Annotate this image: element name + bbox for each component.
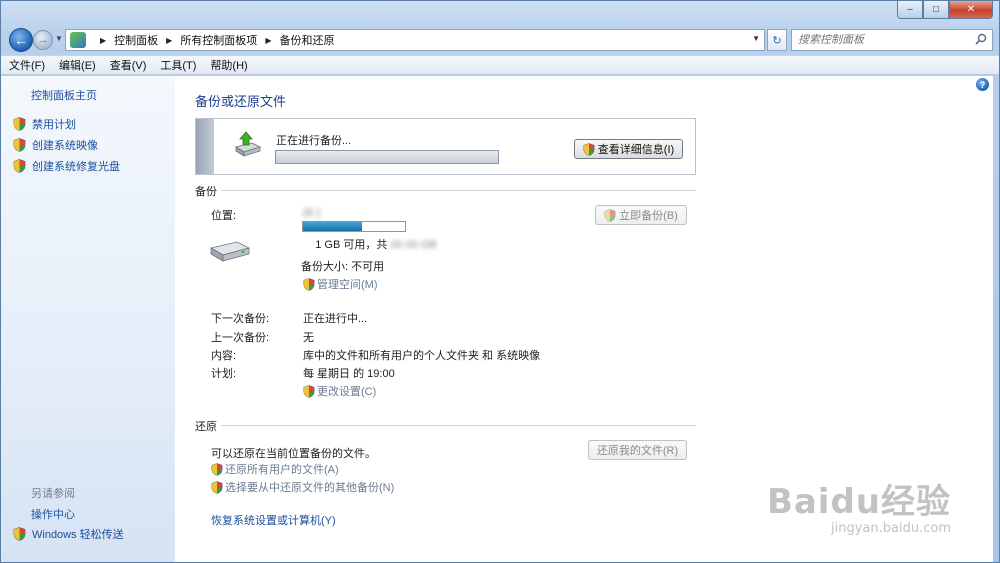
recent-pages-dropdown[interactable]: ▼ xyxy=(55,34,63,43)
menu-file[interactable]: 文件(F) xyxy=(9,57,45,73)
progress-fill xyxy=(276,151,498,163)
sidebar-see-also-heading: 另请参阅 xyxy=(31,488,75,500)
uac-shield-icon xyxy=(13,138,26,152)
uac-shield-icon xyxy=(211,463,223,476)
chevron-right-icon[interactable]: ▶ xyxy=(265,36,271,45)
title-bar: – □ ✕ xyxy=(1,1,999,25)
sidebar-item-label: 创建系统修复光盘 xyxy=(32,161,120,173)
chevron-right-icon[interactable]: ▶ xyxy=(100,36,106,45)
panel-accent-stripe xyxy=(196,119,214,174)
location-label: 位置: xyxy=(211,210,237,222)
menu-edit[interactable]: 编辑(E) xyxy=(59,57,96,73)
help-icon[interactable]: ? xyxy=(976,78,989,91)
menu-tools[interactable]: 工具(T) xyxy=(160,57,196,73)
page-title: 备份或还原文件 xyxy=(195,94,287,109)
search-box[interactable] xyxy=(791,29,993,51)
location-value: (E:) xyxy=(303,207,321,219)
backup-drive-icon xyxy=(234,131,262,157)
sidebar: 控制面板主页 禁用计划 创建系统映像 创建系统修复光盘 另请参阅 操作中心 Wi… xyxy=(1,76,175,562)
restore-all-users-link[interactable]: 还原所有用户的文件(A) xyxy=(211,461,339,477)
refresh-button[interactable]: ↻ xyxy=(767,29,787,51)
control-panel-icon xyxy=(70,32,86,48)
schedule-value: 每 星期日 的 19:00 xyxy=(303,368,395,380)
uac-shield-icon xyxy=(303,278,315,291)
sidebar-control-panel-home[interactable]: 控制面板主页 xyxy=(31,87,97,103)
watermark-logo-text: Baidu经验 xyxy=(766,482,951,522)
search-input[interactable] xyxy=(798,34,968,46)
manage-space-link[interactable]: 管理空间(M) xyxy=(303,276,378,292)
uac-shield-icon xyxy=(604,209,616,222)
link-label: 还原所有用户的文件(A) xyxy=(225,464,339,476)
breadcrumb-backup-restore[interactable]: 备份和还原 xyxy=(279,32,334,48)
backup-section-heading: 备份 xyxy=(195,186,217,198)
disk-space-text: 1 GB 可用，共 00.00 GB xyxy=(303,236,437,252)
restore-description: 可以还原在当前位置备份的文件。 xyxy=(211,448,376,460)
section-divider xyxy=(221,425,696,426)
change-settings-link[interactable]: 更改设置(C) xyxy=(303,383,376,399)
disk-usage-fill xyxy=(303,222,363,231)
free-space-text: 1 GB 可用，共 xyxy=(315,239,391,251)
sidebar-disable-schedule[interactable]: 禁用计划 xyxy=(13,116,76,132)
uac-shield-icon xyxy=(303,385,315,398)
total-space-text: 00.00 GB xyxy=(390,239,437,251)
navigation-bar: ← → ▼ ▶ 控制面板 ▶ 所有控制面板项 ▶ 备份和还原 ▼ ↻ xyxy=(1,25,999,55)
backup-progress-panel: 正在进行备份... 查看详细信息(I) xyxy=(195,118,696,175)
back-button[interactable]: ← xyxy=(9,28,33,52)
window: – □ ✕ ← → ▼ ▶ 控制面板 ▶ 所有控制面板项 ▶ 备份和还原 ▼ ↻ xyxy=(0,0,1000,563)
sidebar-item-label: 禁用计划 xyxy=(32,119,76,131)
next-backup-label: 下一次备份: xyxy=(211,313,270,325)
sidebar-item-label: Windows 轻松传送 xyxy=(32,529,124,541)
sidebar-item-label: 创建系统映像 xyxy=(32,140,98,152)
hard-drive-icon xyxy=(209,241,251,262)
progress-label: 正在进行备份... xyxy=(276,135,352,147)
free-space-prefix xyxy=(303,239,315,251)
breadcrumb-all-items[interactable]: 所有控制面板项 xyxy=(180,32,257,48)
uac-shield-icon xyxy=(13,117,26,131)
maximize-button[interactable]: □ xyxy=(923,1,949,19)
window-controls: – □ ✕ xyxy=(897,1,993,19)
choose-other-backup-link[interactable]: 选择要从中还原文件的其他备份(N) xyxy=(211,479,394,495)
backup-progress-bar xyxy=(275,150,499,164)
search-icon[interactable] xyxy=(975,33,987,45)
contents-value: 库中的文件和所有用户的个人文件夹 和 系统映像 xyxy=(303,350,541,362)
address-bar[interactable]: ▶ 控制面板 ▶ 所有控制面板项 ▶ 备份和还原 ▼ xyxy=(65,29,765,51)
link-label: 选择要从中还原文件的其他备份(N) xyxy=(225,482,395,494)
link-label: 更改设置(C) xyxy=(317,386,377,398)
section-divider xyxy=(221,190,696,191)
view-details-button[interactable]: 查看详细信息(I) xyxy=(574,139,683,159)
sidebar-create-repair-disc[interactable]: 创建系统修复光盘 xyxy=(13,158,120,174)
schedule-label: 计划: xyxy=(211,368,237,380)
contents-label: 内容: xyxy=(211,350,237,362)
last-backup-label: 上一次备份: xyxy=(211,332,270,344)
sidebar-action-center[interactable]: 操作中心 xyxy=(31,506,75,522)
backup-size: 备份大小: 不可用 xyxy=(301,261,385,273)
last-backup-value: 无 xyxy=(303,332,314,344)
address-dropdown-icon[interactable]: ▼ xyxy=(752,34,760,43)
watermark-url: jingyan.baidu.com xyxy=(831,521,951,536)
uac-shield-icon xyxy=(13,527,26,541)
button-label: 立即备份(B) xyxy=(619,210,678,222)
sidebar-windows-easy-transfer[interactable]: Windows 轻松传送 xyxy=(13,526,124,542)
uac-shield-icon xyxy=(211,481,223,494)
close-button[interactable]: ✕ xyxy=(949,1,993,19)
link-label: 管理空间(M) xyxy=(317,279,378,291)
baidu-watermark: Baidu经验 jingyan.baidu.com xyxy=(767,474,951,536)
menu-view[interactable]: 查看(V) xyxy=(110,57,147,73)
uac-shield-icon xyxy=(13,159,26,173)
chevron-right-icon[interactable]: ▶ xyxy=(166,36,172,45)
recover-system-link[interactable]: 恢复系统设置或计算机(Y) xyxy=(211,512,336,528)
forward-button[interactable]: → xyxy=(33,30,53,50)
breadcrumb-control-panel[interactable]: 控制面板 xyxy=(114,32,158,48)
backup-now-button[interactable]: 立即备份(B) xyxy=(595,205,687,225)
menu-bar: 文件(F) 编辑(E) 查看(V) 工具(T) 帮助(H) xyxy=(1,55,999,75)
menu-help[interactable]: 帮助(H) xyxy=(210,57,247,73)
minimize-button[interactable]: – xyxy=(897,1,923,19)
uac-shield-icon xyxy=(583,143,595,156)
button-label: 查看详细信息(I) xyxy=(597,144,675,156)
restore-section-heading: 还原 xyxy=(195,421,217,433)
next-backup-value: 正在进行中... xyxy=(303,313,368,325)
disk-usage-bar xyxy=(302,221,406,232)
sidebar-create-system-image[interactable]: 创建系统映像 xyxy=(13,137,98,153)
restore-my-files-button[interactable]: 还原我的文件(R) xyxy=(588,440,687,460)
